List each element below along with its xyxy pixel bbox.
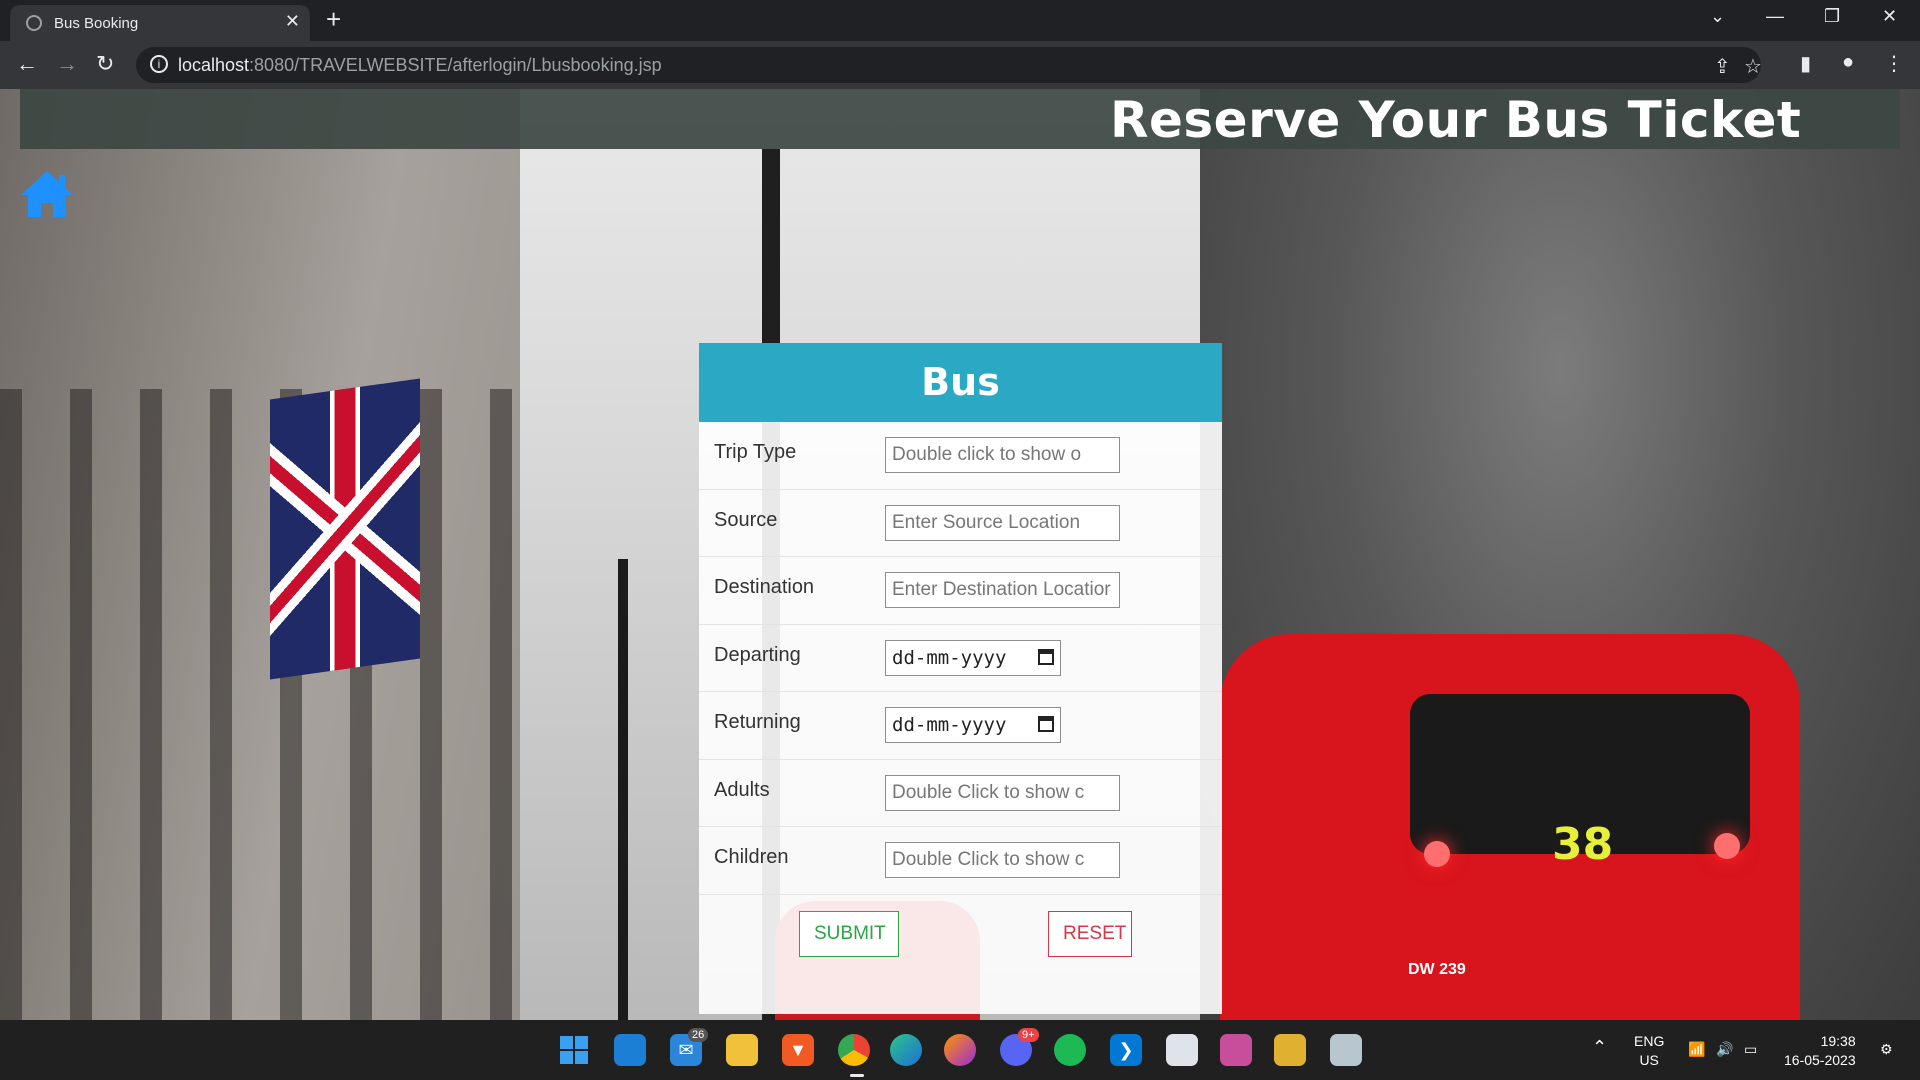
discord-badge: 9+ [1018, 1028, 1039, 1042]
share-icon[interactable]: ⇪ [1714, 54, 1731, 79]
mail-badge: 26 [688, 1028, 709, 1042]
browser-tab-bar: Bus Booking ✕ + ⌄ — ❐ ✕ [0, 0, 1920, 41]
address-bar[interactable]: i localhost:8080/TRAVELWEBSITE/afterlogi… [136, 47, 1762, 83]
calendar-icon[interactable] [1038, 716, 1054, 732]
form-row-children: Children [699, 827, 1222, 895]
edge-icon[interactable] [890, 1034, 922, 1066]
back-icon[interactable]: ← [16, 51, 38, 77]
page-viewport: 38 DW 239 Reserve Your Bus Ticket Bus Tr… [0, 89, 1920, 1020]
chrome-icon[interactable] [838, 1034, 870, 1066]
site-info-icon[interactable]: i [150, 55, 168, 73]
browser-tab[interactable]: Bus Booking ✕ [10, 5, 310, 41]
bus-number: 38 [1552, 819, 1614, 870]
bus-light [1424, 841, 1450, 867]
form-row-trip-type: Trip Type [699, 422, 1222, 490]
returning-label: Returning [714, 711, 801, 733]
form-row-source: Source [699, 490, 1222, 557]
reload-icon[interactable]: ↻ [96, 51, 114, 77]
departing-date-input[interactable]: dd-mm-yyyy [885, 639, 1061, 676]
restore-icon[interactable]: ❐ [1824, 6, 1840, 27]
destination-input[interactable] [885, 572, 1120, 608]
departing-date-value: dd-mm-yyyy [892, 646, 1007, 669]
app-icon[interactable] [1220, 1034, 1252, 1066]
forward-icon[interactable]: → [56, 51, 78, 77]
form-row-adults: Adults [699, 760, 1222, 827]
form-actions: SUBMIT RESET [699, 895, 1222, 1005]
url-text[interactable]: localhost:8080/TRAVELWEBSITE/afterlogin/… [178, 55, 662, 76]
clock[interactable]: 19:38 16-05-2023 [1784, 1032, 1856, 1070]
page-title: Reserve Your Bus Ticket [1110, 91, 1802, 149]
notification-icon[interactable]: ⚙ [1880, 1040, 1893, 1059]
firefox-icon[interactable] [944, 1034, 976, 1066]
minimize-icon[interactable]: — [1766, 6, 1784, 27]
clock-date: 16-05-2023 [1784, 1052, 1856, 1068]
returning-date-input[interactable]: dd-mm-yyyy [885, 707, 1061, 743]
home-icon[interactable] [19, 169, 75, 219]
trip-type-label: Trip Type [714, 441, 797, 463]
vscode-icon[interactable]: ❯ [1110, 1034, 1142, 1066]
children-input[interactable] [885, 842, 1120, 878]
departing-label: Departing [714, 643, 801, 666]
destination-label: Destination [714, 576, 815, 598]
snipping-icon[interactable] [1274, 1034, 1306, 1066]
new-tab-icon[interactable]: + [326, 6, 341, 32]
background-columns [0, 389, 520, 1020]
tab-search-icon[interactable]: ⌄ [1710, 6, 1725, 27]
bus-plate: DW 239 [1408, 961, 1466, 978]
url-host: localhost [178, 55, 250, 75]
returning-date-value: dd-mm-yyyy [892, 714, 1007, 736]
source-input[interactable] [885, 504, 1120, 541]
trip-type-input[interactable] [885, 437, 1120, 473]
side-panel-icon[interactable]: ▮ [1800, 51, 1811, 76]
bookmark-star-icon[interactable]: ☆ [1744, 54, 1762, 79]
language-indicator[interactable]: ENG US [1634, 1032, 1664, 1070]
adults-label: Adults [714, 778, 770, 801]
spotify-icon[interactable] [1054, 1034, 1086, 1066]
close-window-icon[interactable]: ✕ [1882, 6, 1897, 27]
form-row-departing: Departing dd-mm-yyyy [699, 625, 1222, 692]
background-lamp-post [618, 559, 628, 1020]
volume-icon[interactable]: 🔊 [1716, 1040, 1733, 1059]
url-path: :8080/TRAVELWEBSITE/afterlogin/Lbusbooki… [249, 55, 662, 75]
region-text: US [1639, 1052, 1659, 1068]
brave-icon[interactable]: ▼ [782, 1034, 814, 1066]
source-label: Source [714, 508, 778, 531]
children-label: Children [714, 846, 789, 868]
form-title: Bus [699, 343, 1222, 422]
clock-time: 19:38 [1820, 1033, 1856, 1049]
booking-form: Bus Trip Type Source Destination Departi… [699, 343, 1222, 1014]
form-row-destination: Destination [699, 557, 1222, 625]
recycle-icon[interactable] [1330, 1034, 1362, 1066]
menu-icon[interactable]: ⋮ [1884, 51, 1904, 76]
reset-button[interactable]: RESET [1048, 910, 1132, 957]
wifi-icon[interactable]: 📶 [1688, 1040, 1705, 1059]
active-indicator [850, 1074, 864, 1077]
browser-toolbar: ← → ↻ i localhost:8080/TRAVELWEBSITE/aft… [0, 41, 1920, 89]
desktop-icon[interactable] [614, 1034, 646, 1066]
calendar-icon[interactable] [1038, 648, 1054, 665]
submit-button[interactable]: SUBMIT [799, 910, 899, 957]
form-row-returning: Returning dd-mm-yyyy [699, 692, 1222, 760]
close-tab-icon[interactable]: ✕ [285, 11, 300, 32]
start-icon[interactable] [558, 1034, 590, 1066]
tab-title: Bus Booking [54, 15, 139, 32]
profile-icon[interactable]: ● [1842, 51, 1854, 74]
adults-input[interactable] [885, 774, 1120, 811]
globe-icon [26, 15, 42, 31]
file-explorer-icon[interactable] [726, 1034, 758, 1066]
battery-icon[interactable]: ▭ [1744, 1040, 1757, 1059]
bus-light [1714, 833, 1740, 859]
windows-taskbar: ✉ 26 ▼ 9+ ❯ ⌃ ENG US 📶 🔊 ▭ 19:38 16-05-2… [0, 1020, 1920, 1080]
background-flag [270, 378, 420, 680]
language-text: ENG [1634, 1033, 1665, 1049]
virtualbox-icon[interactable] [1166, 1034, 1198, 1066]
show-hidden-icons-icon[interactable]: ⌃ [1592, 1038, 1607, 1057]
page-banner: Reserve Your Bus Ticket [20, 89, 1900, 149]
